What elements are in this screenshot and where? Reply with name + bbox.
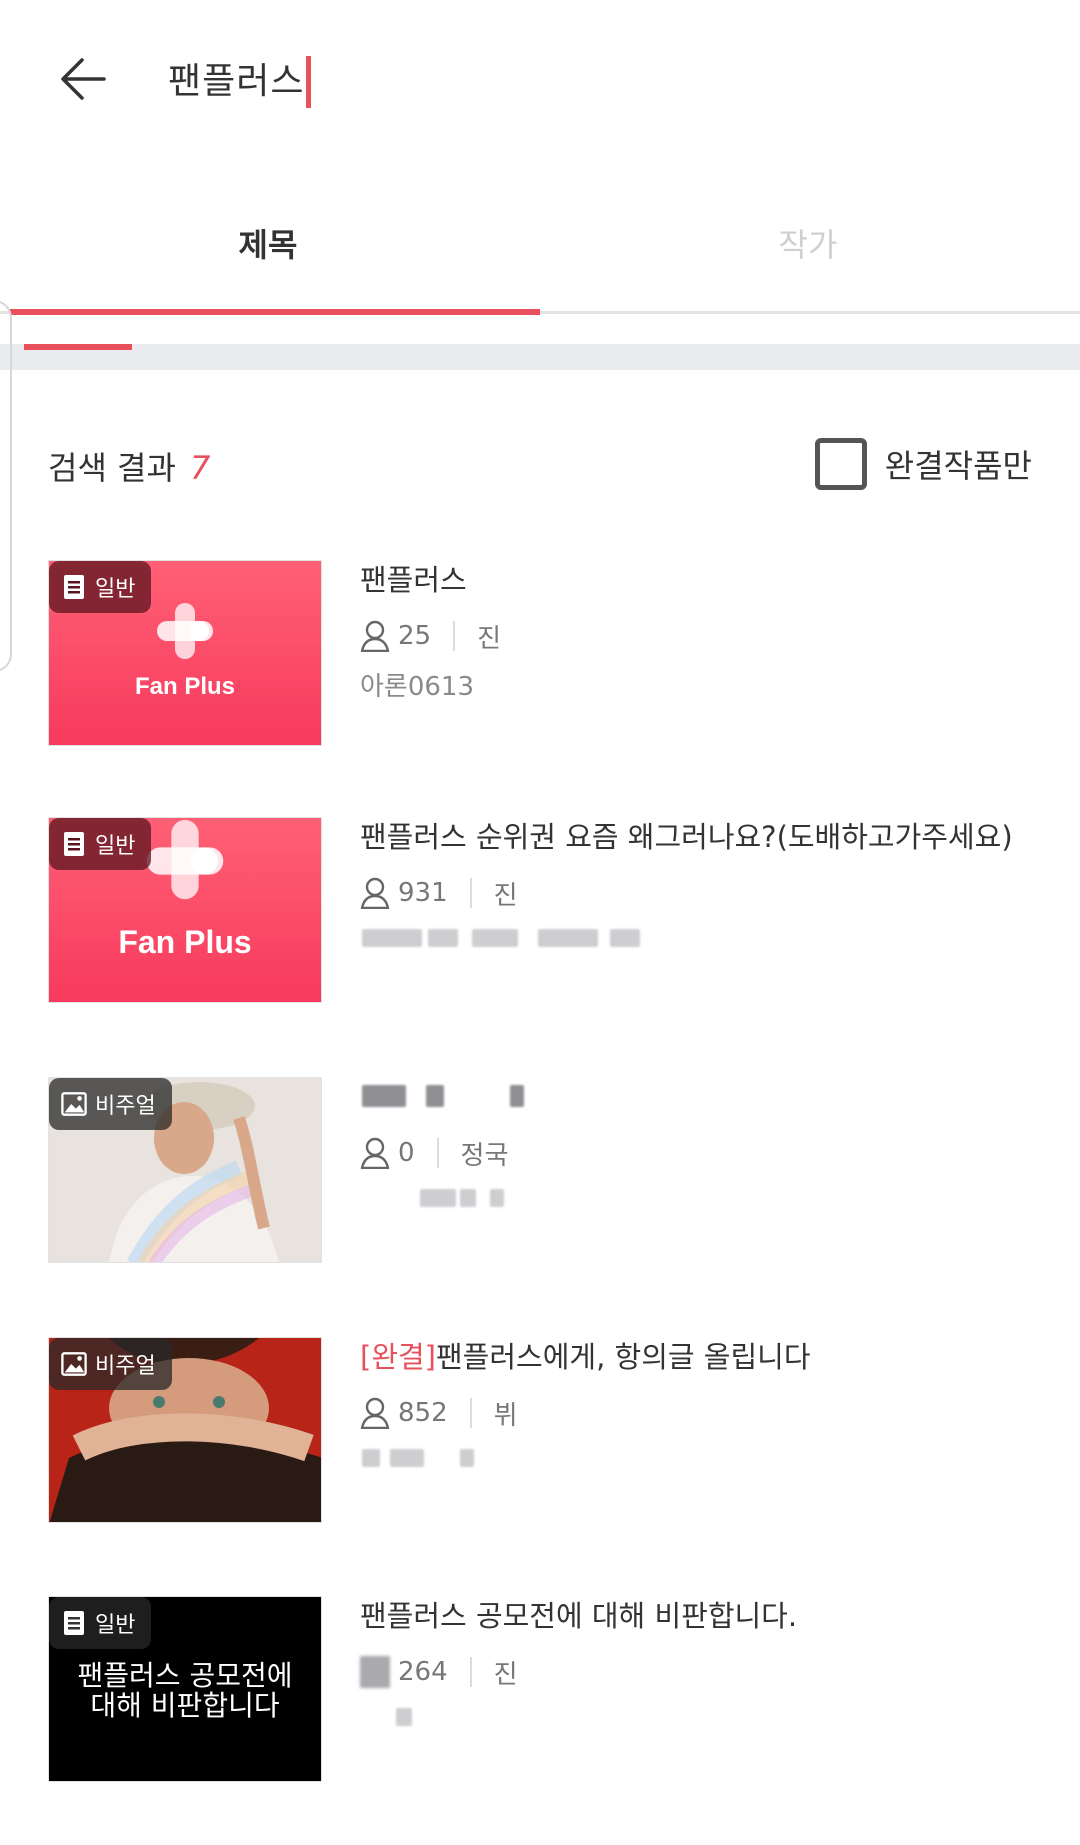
type-badge: 일반 — [49, 561, 152, 613]
text-caret — [306, 56, 312, 108]
item-info: 0 정국 — [360, 1077, 1050, 1211]
completed-only-label: 완결작품만 — [884, 447, 1032, 485]
type-badge: 일반 — [49, 1597, 152, 1649]
tab-author[interactable]: 작가 — [708, 220, 908, 266]
item-meta: 931 진 — [360, 875, 1050, 911]
person-icon — [360, 1397, 390, 1429]
search-query: 팬플러스 — [168, 61, 305, 102]
item-category: 뷔 — [493, 1400, 518, 1431]
item-category: 진 — [493, 1659, 518, 1690]
item-meta: 852 뷔 — [360, 1395, 1050, 1431]
item-thumbnail: Fan Plus 일반 — [48, 560, 322, 746]
badge-label: 비주얼 — [95, 1354, 156, 1379]
results-label: 검색 결과 — [48, 449, 176, 487]
list-item[interactable]: Fan Plus 일반 팬플러스 순위권 요즘 왜그러나요?(도배하고가주세요)… — [48, 817, 1048, 1003]
section-divider — [0, 344, 1080, 370]
person-icon — [360, 620, 390, 652]
item-meta: 25 진 — [360, 618, 1050, 654]
view-count: 852 — [398, 1398, 448, 1428]
item-meta: 0 정국 — [360, 1135, 1050, 1171]
back-button[interactable] — [48, 44, 118, 114]
view-count: 264 — [398, 1657, 448, 1687]
redacted-title — [360, 1077, 1050, 1117]
item-thumbnail: 비주얼 — [48, 1077, 322, 1263]
badge-label: 일반 — [95, 834, 136, 859]
results-header: 검색 결과 7 — [48, 443, 210, 489]
thumbnail-caption-line-1: 팬플러스 공모전에 — [77, 1659, 293, 1692]
search-tabs: 제목 작가 — [0, 180, 1080, 316]
item-title-text: 팬플러스에게, 항의글 올립니다 — [436, 1340, 811, 1374]
item-category: 정국 — [460, 1140, 509, 1171]
item-title: 팬플러스 — [360, 563, 467, 597]
item-category: 진 — [477, 623, 502, 654]
item-meta: 264 진 — [360, 1654, 1050, 1690]
tab-title[interactable]: 제목 — [168, 220, 368, 266]
document-icon — [61, 573, 87, 601]
tab-active-indicator — [10, 309, 540, 315]
thumbnail-caption: Fan Plus — [118, 924, 252, 960]
top-bar: 팬플러스 — [0, 0, 1080, 160]
person-icon — [360, 877, 390, 909]
list-item[interactable]: 비주얼 0 정국 — [48, 1077, 1048, 1263]
item-thumbnail: Fan Plus 일반 — [48, 817, 322, 1003]
item-author: 아론0613 — [360, 672, 475, 702]
meta-separator — [453, 621, 456, 651]
list-item[interactable]: 팬플러스 공모전에 대해 비판합니다 일반 팬플러스 공모전에 대해 비판합니다… — [48, 1596, 1048, 1782]
item-title: [완결]팬플러스에게, 항의글 올립니다 — [360, 1337, 1050, 1377]
completed-only-checkbox[interactable] — [814, 438, 867, 490]
image-icon — [61, 1350, 87, 1378]
item-info: 팬플러스 공모전에 대해 비판합니다. 264 진 — [360, 1596, 1050, 1730]
person-icon — [360, 1137, 390, 1169]
thumbnail-caption: 팬플러스 공모전에 대해 비판합니다 — [49, 1661, 321, 1721]
completed-tag: [완결] — [360, 1340, 436, 1374]
badge-label: 일반 — [95, 577, 136, 602]
item-thumbnail: 비주얼 — [48, 1337, 322, 1523]
edge-panel-handle[interactable] — [0, 300, 12, 672]
search-input[interactable]: 팬플러스 — [168, 56, 312, 108]
list-item[interactable]: Fan Plus 일반 팬플러스 25 진 아론0613 — [48, 560, 1048, 746]
item-title: 팬플러스 공모전에 대해 비판합니다. — [360, 1599, 798, 1633]
badge-label: 비주얼 — [95, 1094, 156, 1119]
view-count: 0 — [398, 1138, 415, 1168]
meta-separator — [469, 1657, 472, 1687]
type-badge: 일반 — [49, 818, 152, 870]
redacted-author — [360, 1445, 1050, 1471]
completed-only-filter[interactable]: 완결작품만 — [814, 438, 1032, 490]
document-icon — [61, 830, 87, 858]
thumbnail-caption: Fan Plus — [134, 673, 236, 700]
thumbnail-caption-line-2: 대해 비판합니다 — [90, 1689, 280, 1722]
image-icon — [61, 1090, 87, 1118]
scroll-indicator — [24, 344, 132, 350]
redacted-author — [360, 1185, 1050, 1211]
results-count: 7 — [189, 449, 211, 487]
back-arrow-icon — [61, 58, 106, 100]
item-info: 팬플러스 25 진 아론0613 — [360, 560, 1050, 702]
view-count: 25 — [398, 621, 432, 651]
meta-separator — [469, 878, 472, 908]
meta-separator — [469, 1398, 472, 1428]
item-title: 팬플러스 순위권 요즘 왜그러나요?(도배하고가주세요) — [360, 820, 1013, 854]
document-icon — [61, 1609, 87, 1637]
fanplus-logo-icon — [157, 603, 213, 659]
item-category: 진 — [493, 880, 518, 911]
badge-label: 일반 — [95, 1613, 136, 1638]
fanplus-logo-icon — [146, 820, 224, 900]
list-item[interactable]: 비주얼 [완결]팬플러스에게, 항의글 올립니다 852 뷔 — [48, 1337, 1048, 1523]
item-info: 팬플러스 순위권 요즘 왜그러나요?(도배하고가주세요) 931 진 — [360, 817, 1050, 951]
redacted-author — [360, 1704, 1050, 1730]
redacted-author — [360, 925, 1050, 951]
item-info: [완결]팬플러스에게, 항의글 올립니다 852 뷔 — [360, 1337, 1050, 1471]
person-icon — [360, 1656, 390, 1688]
type-badge: 비주얼 — [49, 1078, 172, 1130]
item-thumbnail: 팬플러스 공모전에 대해 비판합니다 일반 — [48, 1596, 322, 1782]
type-badge: 비주얼 — [49, 1338, 172, 1390]
meta-separator — [436, 1138, 439, 1168]
view-count: 931 — [398, 878, 448, 908]
